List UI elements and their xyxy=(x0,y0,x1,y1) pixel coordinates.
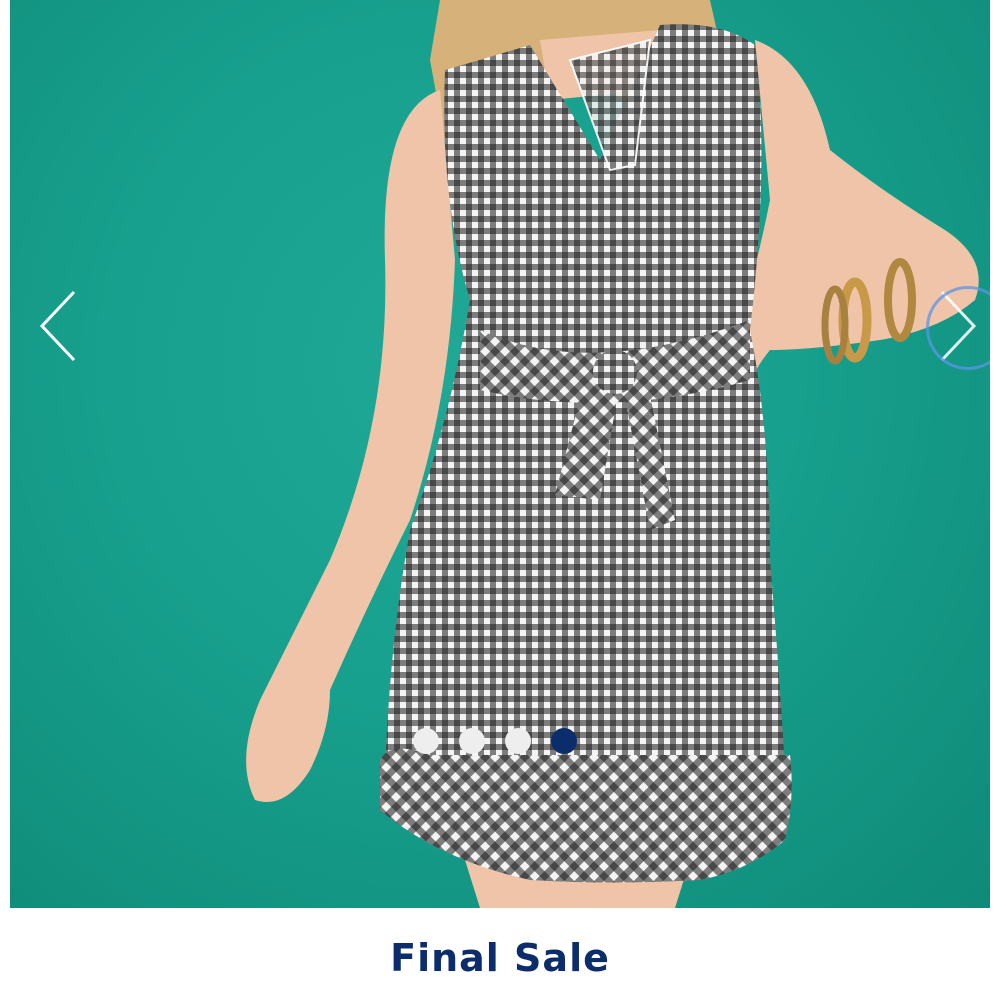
previous-slide-button[interactable] xyxy=(18,280,98,376)
focus-ring xyxy=(926,286,990,370)
chevron-left-icon xyxy=(39,290,76,362)
carousel-dot-2[interactable] xyxy=(459,728,485,754)
carousel-dot-3[interactable] xyxy=(505,728,531,754)
carousel-dot-1[interactable] xyxy=(413,728,439,754)
product-image-carousel[interactable] xyxy=(10,0,990,908)
carousel-pagination xyxy=(10,728,990,754)
carousel-dot-4[interactable] xyxy=(551,728,577,754)
product-photo xyxy=(246,0,979,908)
final-sale-label: Final Sale xyxy=(390,936,610,980)
next-slide-button[interactable] xyxy=(918,280,990,376)
